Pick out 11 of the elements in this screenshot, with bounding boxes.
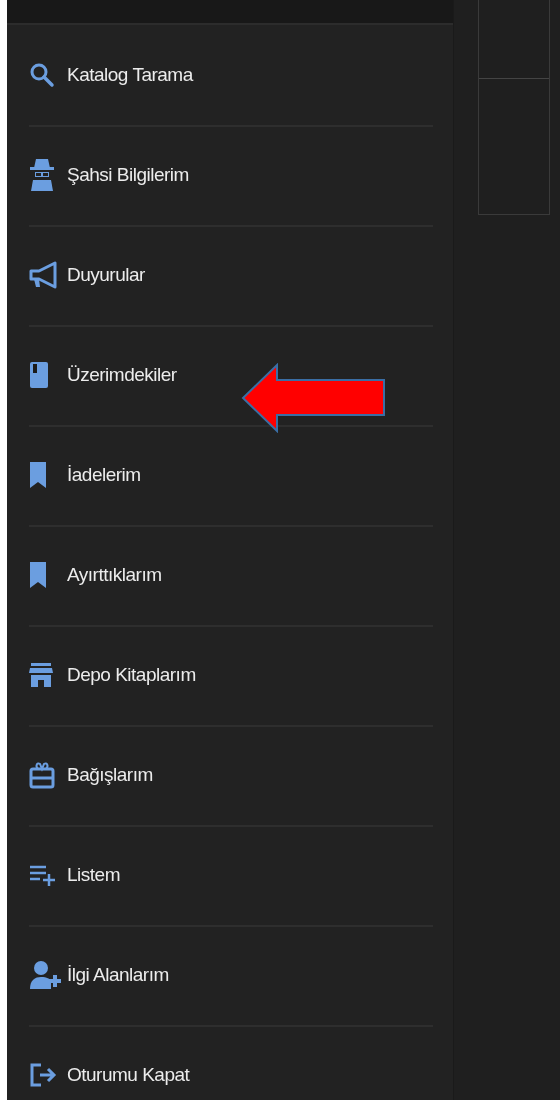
book-icon [29, 361, 49, 389]
bookmark-icon [29, 461, 47, 489]
store-icon [29, 662, 53, 688]
search-icon [29, 62, 55, 88]
megaphone-icon [29, 261, 59, 289]
spy-icon [29, 158, 55, 192]
gift-icon [29, 761, 55, 789]
logout-icon [29, 1062, 59, 1088]
user-add-icon [29, 960, 63, 990]
bookmark-icon [29, 561, 47, 589]
playlist-add-icon [29, 863, 57, 887]
